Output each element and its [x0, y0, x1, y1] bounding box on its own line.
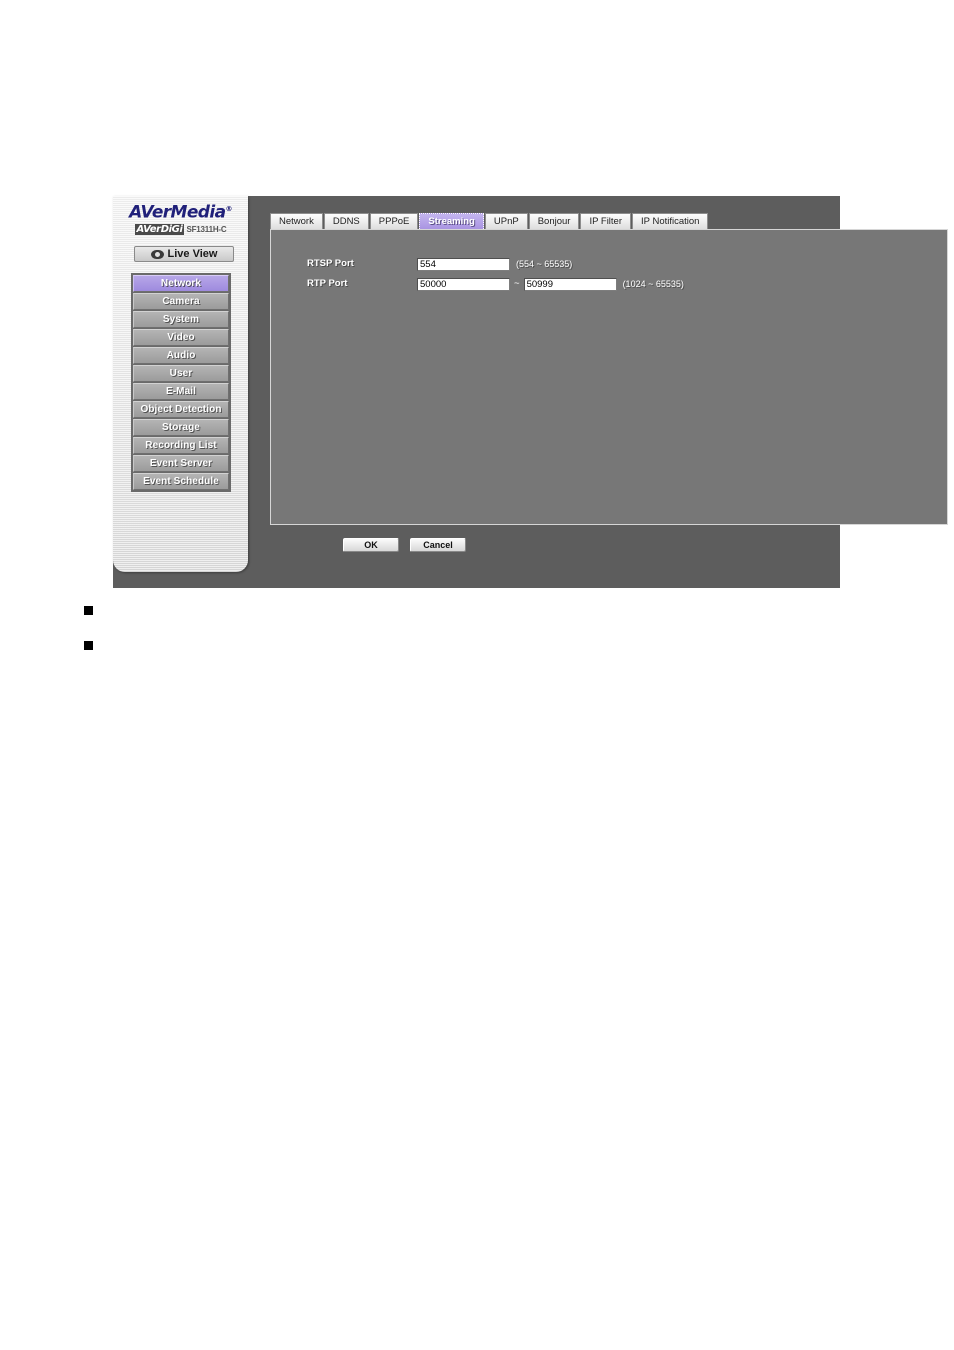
trademark-symbol: ® — [225, 205, 232, 213]
tab-label: IP Notification — [641, 216, 700, 227]
product-line-block: AVerDiGi SF1311H-C — [113, 223, 248, 238]
sidebar-item-label: Recording List — [145, 440, 217, 451]
content-area: Network DDNS PPPoE Streaming UPnP Bonjou… — [258, 196, 948, 588]
company-name: AVerMedia — [129, 202, 226, 223]
sidebar-item-email[interactable]: E-Mail — [133, 383, 229, 400]
tab-strip: Network DDNS PPPoE Streaming UPnP Bonjou… — [270, 213, 709, 229]
tab-label: Network — [279, 216, 314, 227]
eye-icon — [150, 249, 164, 259]
device-config-window: AVerMedia® AVerDiGi SF1311H-C Live View N… — [113, 196, 948, 588]
tab-bonjour[interactable]: Bonjour — [528, 213, 580, 229]
rtp-port-start-input[interactable] — [417, 277, 510, 291]
tab-pppoe[interactable]: PPPoE — [369, 213, 419, 229]
ok-button[interactable]: OK — [343, 538, 399, 552]
sidebar-item-label: Camera — [162, 296, 200, 307]
sidebar-nav-menu: Network Camera System Video Audio User E… — [131, 273, 231, 492]
rtp-port-end-input[interactable] — [523, 277, 617, 291]
model-number-label: SF1311H-C — [186, 224, 227, 234]
tab-label: DDNS — [332, 216, 360, 227]
sidebar-item-video[interactable]: Video — [133, 329, 229, 346]
sidebar-item-object-detection[interactable]: Object Detection — [133, 401, 229, 418]
rtsp-port-label: RTSP Port — [307, 258, 354, 269]
sidebar-item-label: Event Schedule — [143, 476, 219, 487]
tab-streaming[interactable]: Streaming — [419, 213, 484, 229]
live-view-button[interactable]: Live View — [134, 246, 234, 262]
tab-label: IP Filter — [589, 216, 623, 227]
tab-label: Streaming — [428, 216, 475, 227]
bullet-marker — [84, 606, 93, 615]
product-line-label: AVerDiGi — [134, 223, 185, 235]
tab-network[interactable]: Network — [270, 213, 323, 229]
tab-label: Bonjour — [537, 216, 571, 227]
sidebar-item-network[interactable]: Network — [133, 275, 229, 292]
sidebar-item-user[interactable]: User — [133, 365, 229, 382]
tab-label: PPPoE — [378, 216, 410, 227]
tab-ip-filter[interactable]: IP Filter — [580, 213, 632, 229]
cancel-button[interactable]: Cancel — [410, 538, 466, 552]
sidebar-item-label: Audio — [166, 350, 196, 361]
rtp-port-row: RTP Port ~ (1024 ~ 65535) — [307, 277, 684, 291]
tab-upnp[interactable]: UPnP — [484, 213, 528, 229]
brand-logo: AVerMedia® AVerDiGi SF1311H-C — [113, 200, 248, 238]
streaming-settings-panel: RTSP Port (554 ~ 65535) RTP Port ~ (1024… — [270, 229, 948, 525]
sidebar-item-event-server[interactable]: Event Server — [133, 455, 229, 472]
company-logo-text: AVerMedia® — [113, 200, 248, 223]
sidebar-item-system[interactable]: System — [133, 311, 229, 328]
sidebar-item-label: Event Server — [149, 458, 213, 469]
sidebar-item-label: Storage — [162, 422, 200, 433]
rtsp-port-input[interactable] — [417, 257, 510, 271]
sidebar-item-label: Video — [167, 332, 195, 343]
sidebar-item-storage[interactable]: Storage — [133, 419, 229, 436]
rtp-port-range-hint: (1024 ~ 65535) — [622, 279, 684, 289]
rtsp-port-row: RTSP Port (554 ~ 65535) — [307, 257, 572, 271]
tab-label: UPnP — [493, 216, 519, 227]
tab-ip-notification[interactable]: IP Notification — [632, 213, 709, 229]
sidebar-panel: AVerMedia® AVerDiGi SF1311H-C Live View N… — [113, 196, 248, 572]
sidebar-item-recording-list[interactable]: Recording List — [133, 437, 229, 454]
sidebar-item-event-schedule[interactable]: Event Schedule — [133, 473, 229, 490]
rtp-port-label: RTP Port — [307, 278, 348, 289]
sidebar-item-label: System — [162, 314, 200, 325]
live-view-label: Live View — [167, 247, 218, 260]
sidebar-item-audio[interactable]: Audio — [133, 347, 229, 364]
bullet-marker — [84, 641, 93, 650]
rtsp-port-range-hint: (554 ~ 65535) — [516, 259, 573, 269]
action-bar: OK Cancel — [270, 534, 948, 556]
sidebar-item-label: Network — [160, 278, 202, 289]
tab-ddns[interactable]: DDNS — [323, 213, 369, 229]
sidebar-item-label: Object Detection — [140, 404, 222, 415]
rtp-port-range-separator: ~ — [514, 278, 520, 289]
sidebar-item-label: User — [169, 368, 193, 379]
sidebar-item-camera[interactable]: Camera — [133, 293, 229, 310]
sidebar-item-label: E-Mail — [165, 386, 197, 397]
